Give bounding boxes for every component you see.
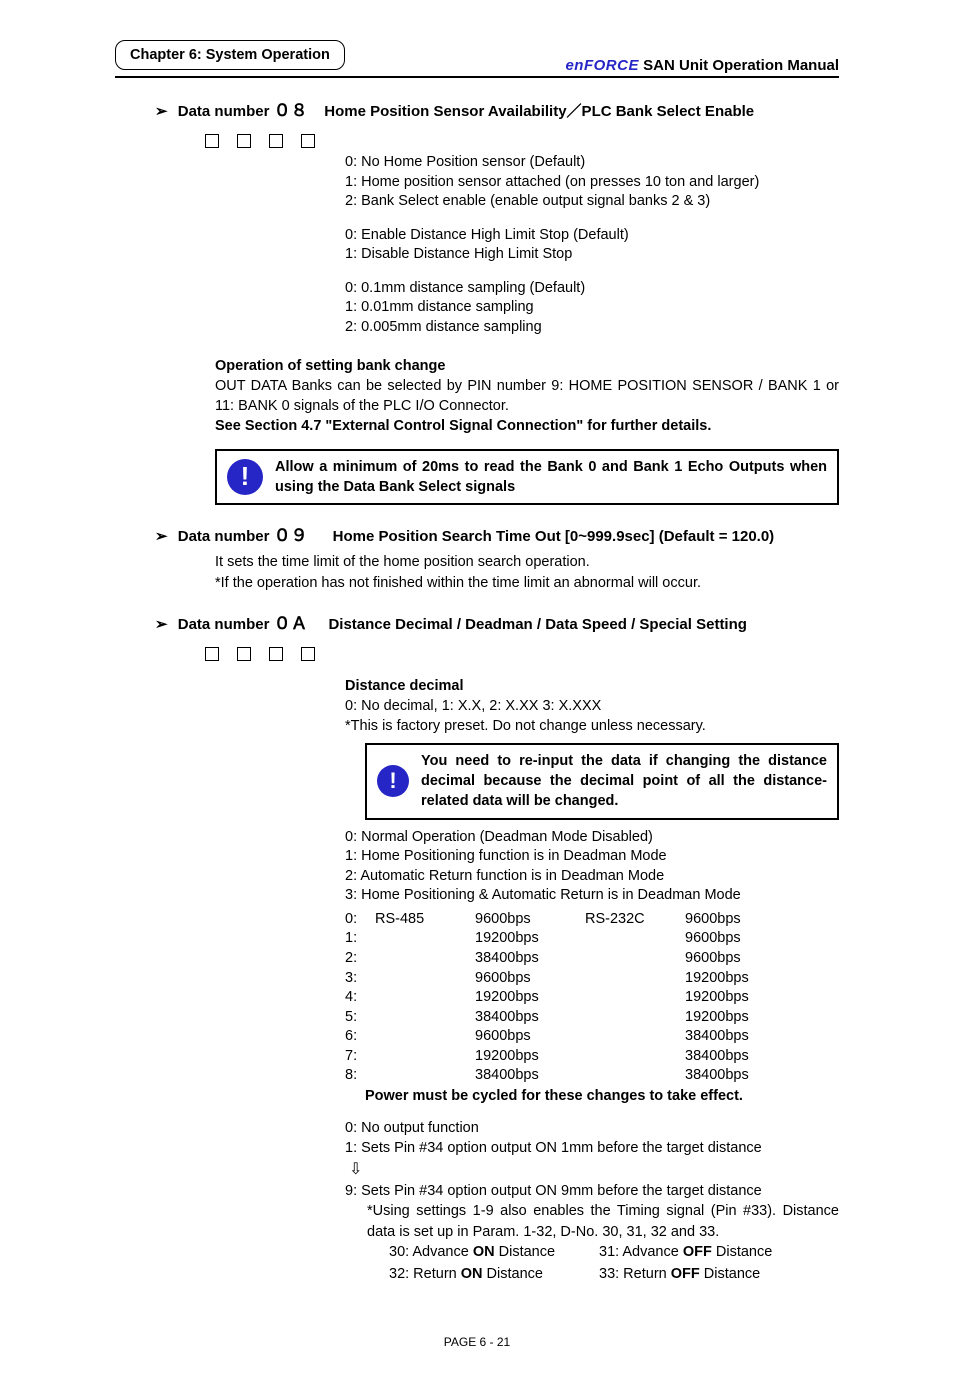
dn08-heading: ➢ Data number ０８ Home Position Sensor Av… bbox=[155, 96, 839, 121]
dn08-group3: 0: 0.1mm distance sampling (Default) 1: … bbox=[345, 279, 839, 338]
bullet-arrow-icon: ➢ bbox=[155, 528, 168, 545]
warning-icon: ! bbox=[377, 765, 409, 797]
dn0A-distance-params: 30: Advance ON Distance 31: Advance OFF … bbox=[389, 1242, 839, 1286]
dn08-group1: 0: No Home Position sensor (Default) 1: … bbox=[345, 153, 839, 212]
table-row: 2:38400bps9600bps bbox=[345, 949, 839, 969]
chapter-title: Chapter 6: System Operation bbox=[115, 40, 345, 70]
page: Chapter 6: System Operation enFORCE SAN … bbox=[0, 0, 954, 1389]
table-row: 6:9600bps38400bps bbox=[345, 1027, 839, 1047]
manual-title: enFORCE SAN Unit Operation Manual bbox=[565, 57, 839, 74]
dn09-heading: ➢ Data number ０９ Home Position Search Ti… bbox=[155, 521, 839, 546]
table-row: 8:38400bps38400bps bbox=[345, 1066, 839, 1086]
page-footer: PAGE 6 - 21 bbox=[115, 1335, 839, 1349]
warning-icon: ! bbox=[227, 459, 263, 495]
dn08-note-box: ! Allow a minimum of 20ms to read the Ba… bbox=[215, 449, 839, 506]
table-row: 1:19200bps9600bps bbox=[345, 929, 839, 949]
table-row: 4:19200bps19200bps bbox=[345, 988, 839, 1008]
dn09-body: It sets the time limit of the home posit… bbox=[215, 552, 839, 593]
section-dn08: ➢ Data number ０８ Home Position Sensor Av… bbox=[155, 96, 839, 505]
table-row: 3:9600bps19200bps bbox=[345, 969, 839, 989]
dn0A-warn-box: ! You need to re-input the data if chang… bbox=[365, 743, 839, 820]
digit-boxes bbox=[205, 133, 333, 149]
table-row: 32: Return ON Distance 33: Return OFF Di… bbox=[389, 1264, 839, 1286]
bullet-arrow-icon: ➢ bbox=[155, 616, 168, 633]
page-header: Chapter 6: System Operation enFORCE SAN … bbox=[115, 40, 839, 78]
table-row: 7:19200bps38400bps bbox=[345, 1047, 839, 1067]
dn0A-heading: ➢ Data number ０Ａ Distance Decimal / Dead… bbox=[155, 609, 839, 634]
dn0A-using-note: *Using settings 1-9 also enables the Tim… bbox=[367, 1201, 839, 1242]
section-dn0A: ➢ Data number ０Ａ Distance Decimal / Dead… bbox=[155, 609, 839, 1285]
table-row: 5:38400bps19200bps bbox=[345, 1008, 839, 1028]
section-dn09: ➢ Data number ０９ Home Position Search Ti… bbox=[155, 521, 839, 593]
dn08-group2: 0: Enable Distance High Limit Stop (Defa… bbox=[345, 226, 839, 265]
manual-label: SAN Unit Operation Manual bbox=[643, 57, 839, 74]
dn0A-deadman: 0: Normal Operation (Deadman Mode Disabl… bbox=[345, 828, 839, 906]
brand-logo: enFORCE bbox=[565, 57, 639, 74]
dn08-operation: Operation of setting bank change OUT DAT… bbox=[215, 356, 839, 437]
dn0A-speed-table: 0:RS-4859600bpsRS-232C9600bps 1:19200bps… bbox=[345, 910, 839, 1086]
digit-boxes bbox=[205, 646, 333, 662]
dn0A-output: 0: No output function 1: Sets Pin #34 op… bbox=[345, 1118, 839, 1201]
table-row: 0:RS-4859600bpsRS-232C9600bps bbox=[345, 910, 839, 930]
table-row: 30: Advance ON Distance 31: Advance OFF … bbox=[389, 1242, 839, 1264]
bullet-arrow-icon: ➢ bbox=[155, 103, 168, 120]
dn0A-decimal: Distance decimal 0: No decimal, 1: X.X, … bbox=[345, 676, 839, 737]
down-arrow-icon: ⇩ bbox=[349, 1159, 362, 1181]
dn0A-speed-note: Power must be cycled for these changes t… bbox=[365, 1088, 839, 1104]
